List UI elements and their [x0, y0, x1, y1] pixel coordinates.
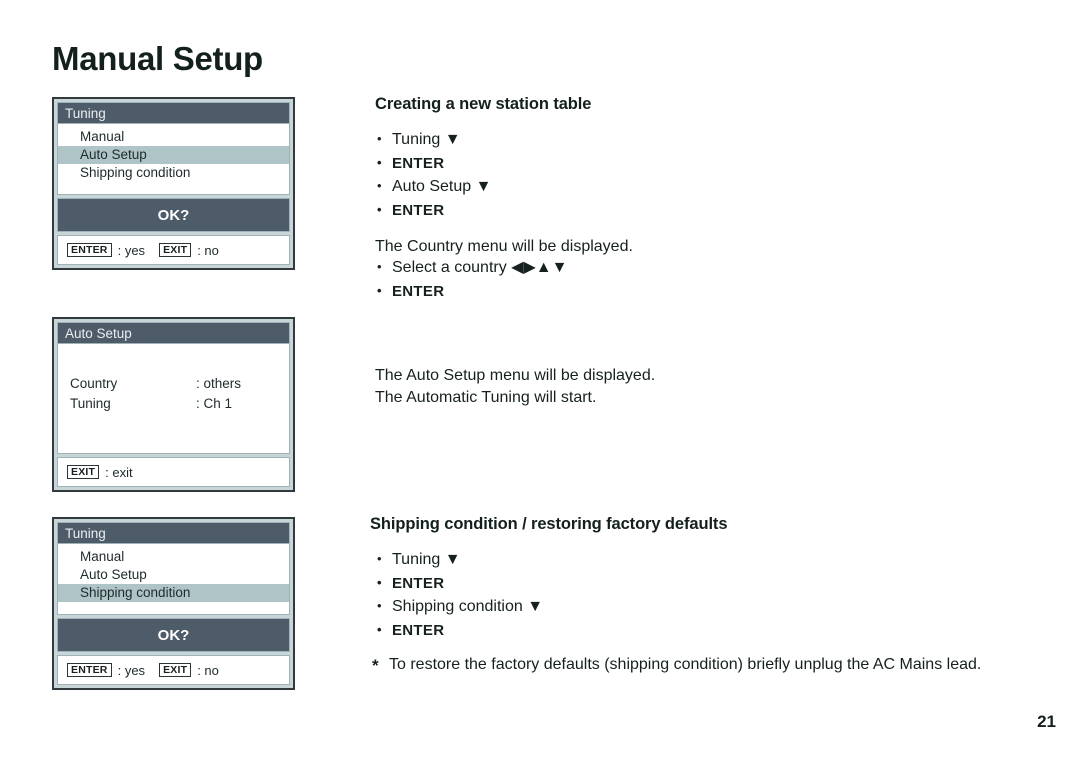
exit-key-hint: : exit — [105, 464, 133, 480]
osd-menu-list: Manual Auto Setup Shipping condition — [57, 123, 290, 195]
osd-ok-bar[interactable]: OK? — [57, 618, 290, 652]
exit-key-hint: : no — [197, 242, 219, 258]
osd-setting-tuning[interactable]: Tuning : Ch 1 — [58, 394, 289, 414]
exit-key-hint: : no — [197, 662, 219, 678]
page-number: 21 — [1037, 712, 1056, 731]
osd-menu-item-manual[interactable]: Manual — [58, 128, 289, 146]
step-select-a-country: Select a country ◀▶▲▼ — [375, 255, 567, 280]
osd-footer: ENTER : yes EXIT : no — [57, 655, 290, 685]
osd-setting-country-label: Country — [70, 376, 118, 391]
osd-setting-tuning-value: : Ch 1 — [196, 396, 233, 411]
osd-setting-tuning-label: Tuning — [70, 396, 111, 411]
text-automatic-tuning-start: The Automatic Tuning will start. — [375, 389, 597, 406]
text-country-menu-displayed: The Country menu will be displayed. — [375, 238, 633, 255]
osd-menu-item-auto-setup[interactable]: Auto Setup — [58, 146, 289, 164]
steps-shipping: Tuning ▼ ENTER Shipping condition ▼ ENTE… — [375, 547, 543, 643]
step-enter: ENTER — [375, 198, 491, 223]
section-heading-creating-station-table: Creating a new station table — [375, 95, 592, 113]
osd-settings-list: Country : others Tuning : Ch 1 — [57, 343, 290, 454]
osd-panel-tuning-shipping: Tuning Manual Auto Setup Shipping condit… — [52, 517, 295, 690]
osd-menu-item-auto-setup[interactable]: Auto Setup — [58, 566, 289, 584]
step-auto-setup: Auto Setup ▼ — [375, 174, 491, 199]
osd-footer: ENTER : yes EXIT : no — [57, 235, 290, 265]
step-tuning: Tuning ▼ — [375, 547, 543, 572]
osd-titlebar: Auto Setup — [57, 322, 290, 343]
osd-ok-bar[interactable]: OK? — [57, 198, 290, 232]
osd-menu-item-manual[interactable]: Manual — [58, 548, 289, 566]
exit-keycap-icon: EXIT — [159, 663, 192, 677]
footnote-restore-factory-defaults: To restore the factory defaults (shippin… — [372, 653, 989, 678]
osd-menu-item-blank — [58, 602, 289, 614]
step-tuning: Tuning ▼ — [375, 127, 491, 152]
section-heading-shipping-condition: Shipping condition / restoring factory d… — [370, 515, 728, 533]
osd-titlebar: Tuning — [57, 102, 290, 123]
page-title: Manual Setup — [52, 40, 263, 77]
osd-menu-item-blank — [58, 182, 289, 194]
enter-key-hint: : yes — [117, 242, 146, 258]
osd-panel-auto-setup: Auto Setup Country : others Tuning : Ch … — [52, 317, 295, 492]
osd-menu-item-shipping-condition[interactable]: Shipping condition — [58, 584, 289, 602]
text-auto-setup-menu-displayed: The Auto Setup menu will be displayed. — [375, 367, 656, 384]
enter-keycap-icon: ENTER — [67, 663, 112, 677]
osd-menu-item-shipping-condition[interactable]: Shipping condition — [58, 164, 289, 182]
step-shipping-condition: Shipping condition ▼ — [375, 594, 543, 619]
enter-keycap-icon: ENTER — [67, 243, 112, 257]
enter-key-hint: : yes — [117, 662, 146, 678]
steps-creating-part2: Select a country ◀▶▲▼ ENTER — [375, 255, 567, 304]
osd-panel-tuning-auto-setup: Tuning Manual Auto Setup Shipping condit… — [52, 97, 295, 270]
step-enter: ENTER — [375, 279, 567, 304]
osd-footer: EXIT : exit — [57, 457, 290, 487]
exit-keycap-icon: EXIT — [159, 243, 192, 257]
steps-creating-part1: Tuning ▼ ENTER Auto Setup ▼ ENTER — [375, 127, 491, 223]
osd-titlebar: Tuning — [57, 522, 290, 543]
osd-setting-country[interactable]: Country : others — [58, 374, 289, 394]
osd-setting-country-value: : others — [196, 376, 242, 391]
step-enter: ENTER — [375, 618, 543, 643]
exit-keycap-icon: EXIT — [67, 465, 100, 479]
step-enter: ENTER — [375, 151, 491, 176]
step-enter: ENTER — [375, 571, 543, 596]
osd-menu-list: Manual Auto Setup Shipping condition — [57, 543, 290, 615]
